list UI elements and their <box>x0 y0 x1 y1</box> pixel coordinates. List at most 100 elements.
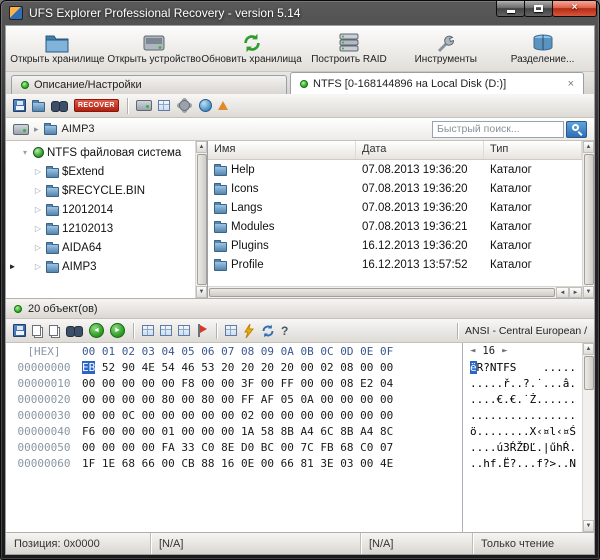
tree-item-selected[interactable]: ► ▷ AIMP3 <box>6 257 195 276</box>
hex-scrollbar[interactable]: ▲ ▼ <box>582 343 594 532</box>
file-row[interactable]: Langs 07.08.2013 19:36:20 Каталог <box>208 198 582 217</box>
scroll-down-icon[interactable]: ▼ <box>196 286 207 298</box>
search-icon[interactable] <box>51 101 68 111</box>
help-icon[interactable]: ? <box>281 324 288 338</box>
list-hscrollbar[interactable]: ◄ ► <box>208 286 582 298</box>
data-view-icon[interactable] <box>178 325 190 336</box>
file-row[interactable]: Modules 07.08.2013 19:36:21 Каталог <box>208 217 582 236</box>
bookmark-flag-icon[interactable] <box>196 324 208 337</box>
scroll-down-icon[interactable]: ▼ <box>583 286 594 298</box>
ascii-row[interactable]: ö........X‹¤l‹¤Ś <box>463 423 582 439</box>
expander-icon[interactable]: ▷ <box>33 186 43 195</box>
column-date[interactable]: Дата <box>356 141 484 159</box>
tree-scrollbar[interactable]: ▲ ▼ <box>195 141 207 298</box>
lightning-icon[interactable] <box>243 324 255 338</box>
scroll-down-icon[interactable]: ▼ <box>583 520 594 532</box>
selected-char[interactable]: ë <box>470 361 477 374</box>
open-icon[interactable] <box>32 102 45 112</box>
maximize-button[interactable] <box>524 1 553 17</box>
ascii-row[interactable]: ëR?NTFS ..... <box>463 359 582 375</box>
scroll-thumb[interactable] <box>584 356 594 390</box>
tools-button[interactable]: Инструменты <box>397 28 494 69</box>
hex-bytes[interactable]: 00 00 00 00 80 00 80 00 FF AF 05 0A 00 0… <box>82 393 393 406</box>
scroll-left-icon[interactable]: ◄ <box>556 287 569 298</box>
scroll-thumb[interactable] <box>197 154 207 285</box>
ascii-text[interactable]: R?NTFS ..... <box>477 361 576 374</box>
tree-root[interactable]: ▾ NTFS файловая система <box>6 143 195 162</box>
tree-item[interactable]: ▷ $Extend <box>6 162 195 181</box>
scroll-up-icon[interactable]: ▲ <box>196 141 207 153</box>
recover-logo[interactable]: RECOVER <box>74 99 119 112</box>
build-raid-button[interactable]: Построить RAID <box>301 28 398 69</box>
ascii-row[interactable]: ....ú3ŔŽĐĽ.|űhŔ. <box>463 439 582 455</box>
minimize-button[interactable] <box>496 1 525 17</box>
network-icon[interactable] <box>199 99 212 112</box>
find-icon[interactable] <box>66 326 83 336</box>
close-button[interactable]: × <box>552 1 597 17</box>
hex-bytes-rest[interactable]: 52 90 4E 54 46 53 20 20 20 20 00 02 08 0… <box>95 361 393 374</box>
tree-item[interactable]: ▷ 12102013 <box>6 219 195 238</box>
expander-icon[interactable]: ▾ <box>20 148 30 157</box>
settings-gears-icon[interactable] <box>179 100 190 111</box>
file-row[interactable]: Icons 07.08.2013 19:36:20 Каталог <box>208 179 582 198</box>
export-up-icon[interactable] <box>218 101 228 110</box>
tab-settings[interactable]: Описание/Настройки <box>11 75 287 94</box>
scroll-up-icon[interactable]: ▲ <box>583 141 594 153</box>
scroll-thumb[interactable] <box>209 288 555 297</box>
file-row[interactable]: Profile 16.12.2013 13:57:52 Каталог <box>208 255 582 274</box>
open-storage-button[interactable]: Открыть хранилище <box>9 28 106 69</box>
breadcrumb-folder[interactable]: AIMP3 <box>62 123 95 135</box>
tab-close-icon[interactable]: × <box>568 79 574 89</box>
save-icon[interactable] <box>13 99 26 112</box>
tab-ntfs[interactable]: NTFS [0-168144896 на Local Disk (D:)] × <box>290 72 584 94</box>
tree-item[interactable]: ▷ $RECYCLE.BIN <box>6 181 195 200</box>
expander-icon[interactable]: ▷ <box>33 224 43 233</box>
hex-bytes[interactable]: 00 00 0C 00 00 00 00 00 02 00 00 00 00 0… <box>82 409 393 422</box>
hex-bytes[interactable]: 1F 1E 68 66 00 CB 88 16 0E 00 66 81 3E 0… <box>82 457 393 470</box>
encoding-label[interactable]: ANSI - Central European / <box>465 325 587 337</box>
goto-offset-icon[interactable] <box>142 325 154 336</box>
file-row[interactable]: Help 07.08.2013 19:36:20 Каталог <box>208 160 582 179</box>
ascii-row[interactable]: .....ř..?.˙...â. <box>463 375 582 391</box>
forward-button[interactable]: ► <box>110 323 125 338</box>
sector-view-icon[interactable] <box>158 100 170 111</box>
scan-disk-icon[interactable] <box>136 100 152 111</box>
hex-bytes[interactable]: 00 00 00 00 FA 33 C0 8E D0 BC 00 7C FB 6… <box>82 441 393 454</box>
sync-icon[interactable] <box>261 324 275 338</box>
open-device-button[interactable]: Открыть устройство <box>106 28 203 69</box>
select-block-icon[interactable] <box>160 325 172 336</box>
refresh-storages-button[interactable]: Обновить хранилища <box>203 28 301 69</box>
ascii-row[interactable]: ..hf.Ë?...f?>..N <box>463 455 582 471</box>
increase-columns-icon[interactable]: ► <box>502 346 507 356</box>
expander-icon[interactable]: ▷ <box>33 243 43 252</box>
save-icon[interactable] <box>13 324 26 337</box>
expander-icon[interactable]: ▷ <box>33 205 43 214</box>
partition-button[interactable]: Разделение... <box>494 28 591 69</box>
column-name[interactable]: Имя <box>208 141 356 159</box>
column-type[interactable]: Тип <box>484 141 582 159</box>
scroll-right-icon[interactable]: ► <box>569 287 582 298</box>
decrease-columns-icon[interactable]: ◄ <box>470 346 475 356</box>
volume-icon[interactable] <box>13 124 29 135</box>
scroll-up-icon[interactable]: ▲ <box>583 343 594 355</box>
table-view-icon[interactable] <box>225 325 237 336</box>
file-row[interactable]: Plugins 16.12.2013 19:36:20 Каталог <box>208 236 582 255</box>
ascii-row[interactable]: ................ <box>463 407 582 423</box>
list-scrollbar[interactable]: ▲ ▼ <box>582 141 594 298</box>
encoding-selector[interactable]: ANSI - Central European / <box>455 323 587 339</box>
search-input[interactable] <box>432 121 564 138</box>
back-button[interactable]: ◄ <box>89 323 104 338</box>
scroll-thumb[interactable] <box>584 154 594 285</box>
tree-item[interactable]: ▷ 12012014 <box>6 200 195 219</box>
expander-icon[interactable]: ▷ <box>33 167 43 176</box>
paste-icon[interactable] <box>49 325 58 336</box>
tree-item[interactable]: ▷ AIDA64 <box>6 238 195 257</box>
hex-bytes[interactable]: 00 00 00 00 00 F8 00 00 3F 00 FF 00 00 0… <box>82 377 393 390</box>
ascii-row[interactable]: ....€.€.˙Ż...... <box>463 391 582 407</box>
copy-icon[interactable] <box>32 325 41 336</box>
search-button[interactable] <box>566 121 587 138</box>
expander-icon[interactable]: ▷ <box>33 262 43 271</box>
hex-bytes[interactable]: EB 52 90 4E 54 46 53 20 20 20 20 00 02 0… <box>82 361 393 374</box>
selected-byte[interactable]: EB <box>82 361 95 374</box>
hex-bytes[interactable]: F6 00 00 00 01 00 00 00 1A 58 8B A4 6C 8… <box>82 425 393 438</box>
